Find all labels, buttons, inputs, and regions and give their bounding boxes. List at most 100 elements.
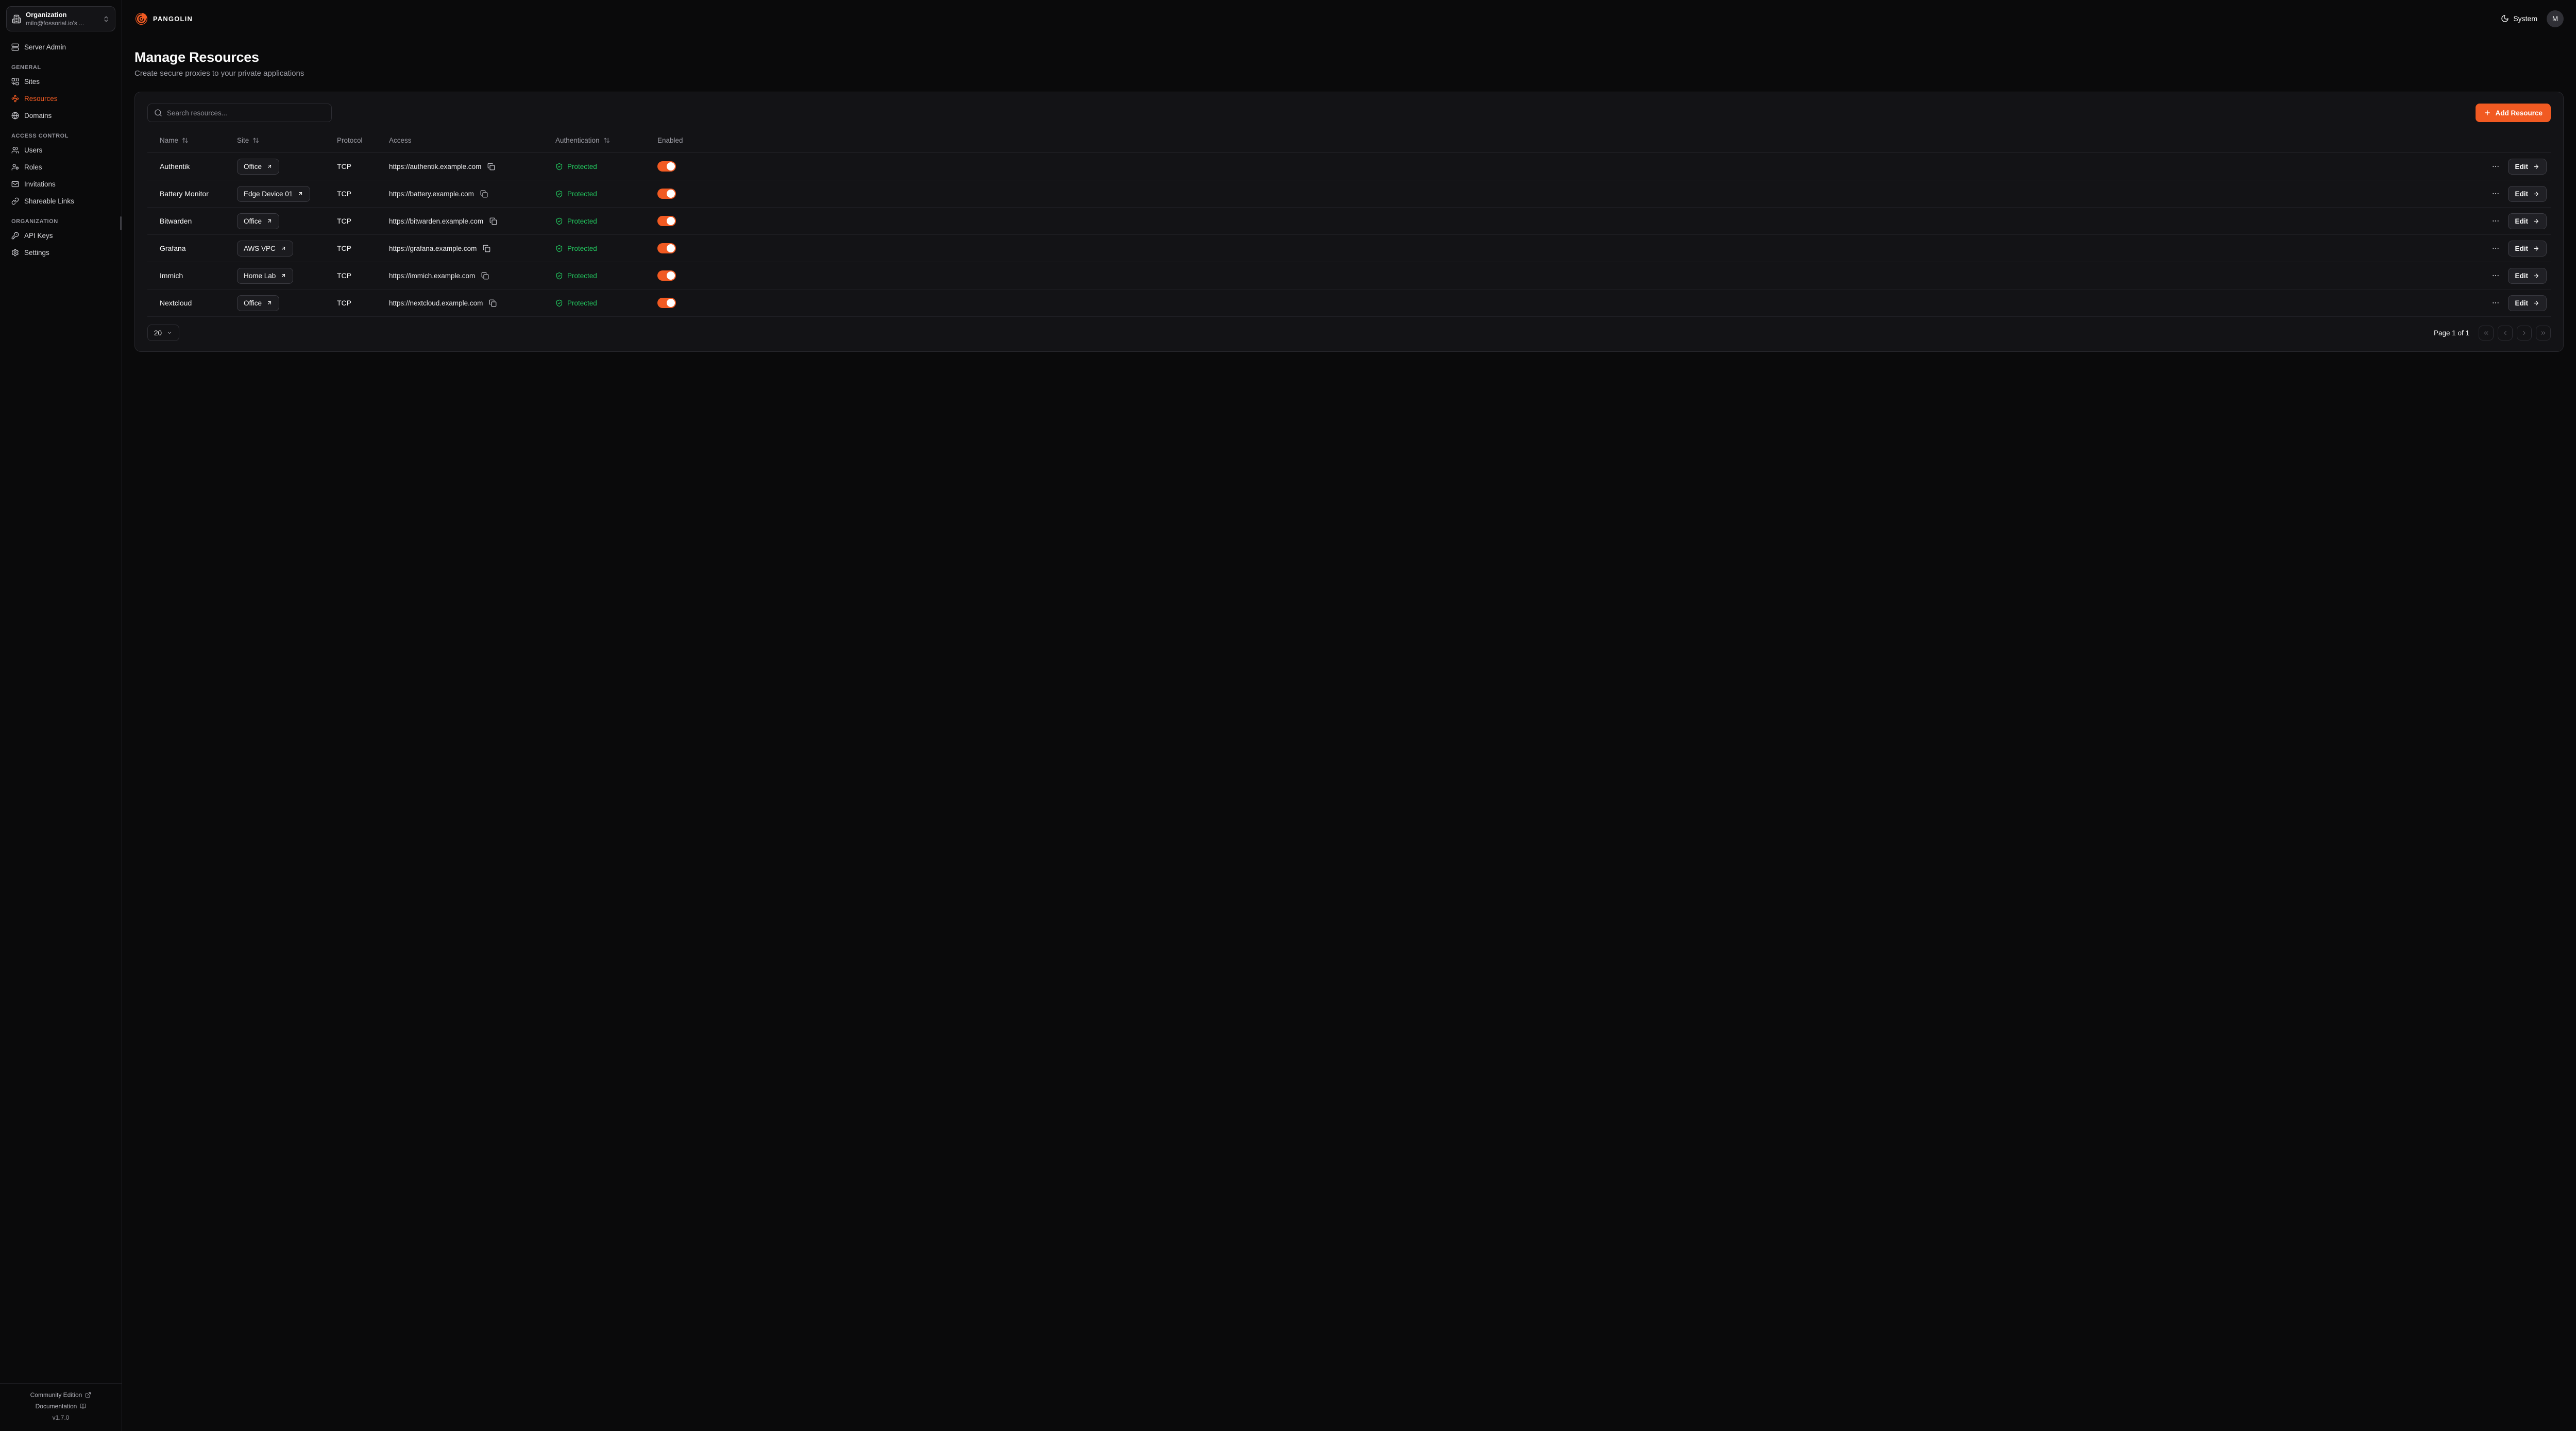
server-icon (11, 43, 19, 51)
row-menu-button[interactable] (2490, 216, 2501, 226)
row-menu-button[interactable] (2490, 161, 2501, 172)
toggle-knob (667, 190, 675, 198)
row-menu-button[interactable] (2490, 298, 2501, 308)
table-row: Authentik Office TCP https://authentik.e… (147, 153, 2551, 180)
ellipsis-icon (2492, 244, 2500, 252)
sidebar-item-domains[interactable]: Domains (6, 107, 115, 124)
copy-icon (487, 163, 495, 171)
resource-name: Nextcloud (160, 299, 237, 307)
main-area: PANGOLIN System M Manage Resources Creat… (122, 0, 2576, 1431)
copy-url-button[interactable] (479, 189, 489, 199)
ellipsis-icon (2492, 217, 2500, 225)
resource-name: Bitwarden (160, 217, 237, 225)
chevron-right-icon (2521, 330, 2528, 336)
column-header-name[interactable]: Name (160, 137, 237, 144)
table-row: Grafana AWS VPC TCP https://grafana.exam… (147, 235, 2551, 262)
site-link-button[interactable]: Office (237, 213, 279, 229)
site-link-button[interactable]: AWS VPC (237, 241, 293, 257)
column-header-site[interactable]: Site (237, 137, 337, 144)
community-edition-link[interactable]: Community Edition (5, 1389, 116, 1401)
search-input[interactable] (167, 109, 325, 117)
topbar-right: System M (2501, 10, 2564, 27)
copy-url-button[interactable] (482, 244, 492, 253)
avatar[interactable]: M (2547, 10, 2564, 27)
enabled-toggle[interactable] (657, 243, 676, 253)
globe-icon (11, 112, 19, 120)
sidebar-item-label: Roles (24, 163, 42, 171)
app-root: Organization milo@fossorial.io's ... Ser… (0, 0, 2576, 1431)
copy-url-button[interactable] (488, 298, 498, 308)
first-page-button[interactable] (2479, 326, 2494, 340)
arrow-up-right-icon (280, 272, 286, 279)
enabled-toggle[interactable] (657, 189, 676, 199)
copy-icon (483, 245, 490, 252)
enabled-toggle[interactable] (657, 270, 676, 281)
add-resource-button[interactable]: Add Resource (2476, 104, 2551, 122)
sort-icon (182, 137, 189, 144)
column-header-authentication[interactable]: Authentication (555, 137, 657, 144)
prev-page-button[interactable] (2498, 326, 2513, 340)
brand[interactable]: PANGOLIN (134, 12, 193, 26)
resource-name: Grafana (160, 244, 237, 252)
table-row: Immich Home Lab TCP https://immich.examp… (147, 262, 2551, 289)
site-link-button[interactable]: Edge Device 01 (237, 186, 310, 202)
resource-name: Battery Monitor (160, 190, 237, 198)
add-resource-label: Add Resource (2495, 109, 2543, 117)
page-content: Manage Resources Create secure proxies t… (122, 37, 2576, 368)
table-row: Battery Monitor Edge Device 01 TCP https… (147, 180, 2551, 208)
page-size-select[interactable]: 20 (147, 325, 179, 341)
copy-url-button[interactable] (486, 162, 496, 172)
gear-icon (11, 249, 19, 257)
documentation-label: Documentation (36, 1403, 77, 1410)
resource-protocol: TCP (337, 244, 389, 252)
row-menu-button[interactable] (2490, 189, 2501, 199)
edit-button[interactable]: Edit (2508, 268, 2547, 284)
copy-icon (489, 299, 497, 307)
arrow-right-icon (2533, 272, 2539, 279)
documentation-link[interactable]: Documentation (5, 1401, 116, 1412)
row-menu-button[interactable] (2490, 270, 2501, 281)
sidebar-item-settings[interactable]: Settings (6, 244, 115, 261)
sidebar-item-label: Users (24, 146, 42, 154)
page-info: Page 1 of 1 (2434, 329, 2469, 337)
sidebar-scrollbar[interactable] (120, 216, 122, 230)
enabled-toggle[interactable] (657, 298, 676, 308)
last-page-button[interactable] (2536, 326, 2551, 340)
sidebar-item-users[interactable]: Users (6, 142, 115, 159)
edit-button[interactable]: Edit (2508, 159, 2547, 175)
sidebar-item-shareable-links[interactable]: Shareable Links (6, 193, 115, 210)
resource-name: Authentik (160, 162, 237, 171)
version-label: v1.7.0 (5, 1412, 116, 1423)
site-link-button[interactable]: Office (237, 295, 279, 311)
edit-button[interactable]: Edit (2508, 241, 2547, 257)
plus-icon (2484, 109, 2491, 116)
sidebar-item-server-admin[interactable]: Server Admin (6, 39, 115, 56)
sidebar-item-api-keys[interactable]: API Keys (6, 227, 115, 244)
next-page-button[interactable] (2517, 326, 2532, 340)
community-edition-label: Community Edition (30, 1391, 82, 1399)
resource-protocol: TCP (337, 271, 389, 280)
arrow-right-icon (2533, 191, 2539, 197)
pagination: Page 1 of 1 (2434, 326, 2551, 340)
edit-button[interactable]: Edit (2508, 213, 2547, 229)
page-subtitle: Create secure proxies to your private ap… (134, 69, 2564, 78)
enabled-toggle[interactable] (657, 161, 676, 172)
edit-button[interactable]: Edit (2508, 186, 2547, 202)
resource-protocol: TCP (337, 162, 389, 171)
row-menu-button[interactable] (2490, 243, 2501, 253)
search-icon (154, 109, 162, 117)
sidebar-item-invitations[interactable]: Invitations (6, 176, 115, 193)
sidebar-item-roles[interactable]: Roles (6, 159, 115, 176)
site-link-button[interactable]: Home Lab (237, 268, 293, 284)
sidebar-item-sites[interactable]: Sites (6, 73, 115, 90)
copy-url-button[interactable] (480, 271, 490, 281)
edit-button[interactable]: Edit (2508, 295, 2547, 311)
sidebar: Organization milo@fossorial.io's ... Ser… (0, 0, 122, 1431)
theme-toggle[interactable]: System (2501, 14, 2537, 23)
enabled-toggle[interactable] (657, 216, 676, 226)
org-picker[interactable]: Organization milo@fossorial.io's ... (6, 6, 115, 31)
site-link-button[interactable]: Office (237, 159, 279, 175)
copy-url-button[interactable] (488, 216, 498, 226)
arrow-right-icon (2533, 300, 2539, 306)
sidebar-item-resources[interactable]: Resources (6, 90, 115, 107)
